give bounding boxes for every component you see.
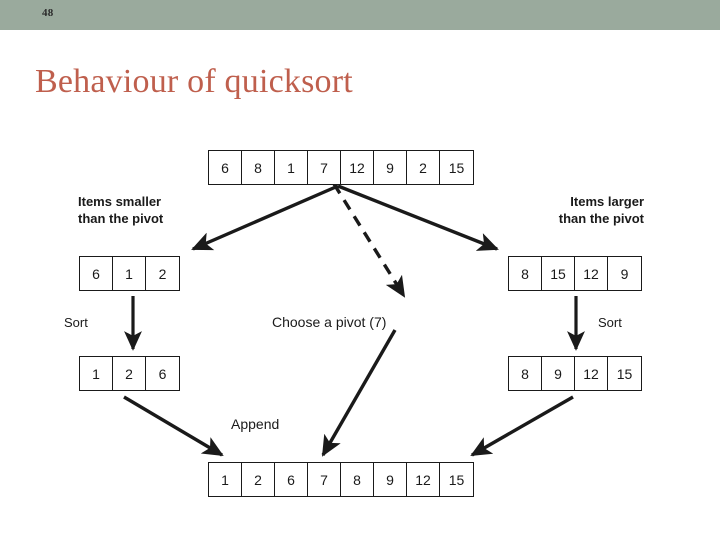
label-sort-left: Sort: [64, 315, 88, 330]
arrow-append-pivot: [321, 329, 397, 457]
array-cell: 9: [374, 463, 407, 496]
array-cell: 12: [341, 151, 374, 184]
array-cell: 7: [308, 463, 341, 496]
slide-canvas: 48 Behaviour of quicksort 6 8 1 7 12 9 2 15 612…: [0, 0, 720, 540]
smaller-sorted-array: 126: [79, 356, 180, 391]
array-cell: 1: [275, 151, 308, 184]
output-array: 1 2 6 7 8 9 12 15: [208, 462, 474, 497]
array-cell: 12: [407, 463, 440, 496]
arrow-append-right: [470, 395, 574, 457]
smaller-partition-array: 612: [79, 256, 180, 291]
arrow-split-left: [191, 184, 339, 251]
arrow-split-right: [337, 184, 499, 251]
slide-header-band: [0, 0, 720, 30]
array-cell: 8: [509, 357, 542, 390]
array-cell: 9: [374, 151, 407, 184]
array-cell: 9: [608, 257, 641, 290]
array-cell: 6: [209, 151, 242, 184]
array-cell: 12: [575, 257, 608, 290]
array-cell: 7: [308, 151, 341, 184]
label-sort-right: Sort: [598, 315, 622, 330]
array-cell: 1: [113, 257, 146, 290]
larger-sorted-array: 8 9 12 15: [508, 356, 642, 391]
page-title: Behaviour of quicksort: [35, 63, 353, 100]
array-cell: 6: [146, 357, 179, 390]
array-cell: 6: [275, 463, 308, 496]
label-choose-pivot: Choose a pivot (7): [272, 314, 387, 330]
array-cell: 9: [542, 357, 575, 390]
array-cell: 12: [575, 357, 608, 390]
array-cell: 6: [80, 257, 113, 290]
input-array: 6 8 1 7 12 9 2 15: [208, 150, 474, 185]
array-cell: 15: [440, 463, 473, 496]
arrow-choose-pivot: [332, 183, 406, 298]
array-cell: 1: [80, 357, 113, 390]
array-cell: 1: [209, 463, 242, 496]
array-cell: 8: [509, 257, 542, 290]
array-cell: 2: [113, 357, 146, 390]
caption-items-larger: Items larger than the pivot: [558, 194, 644, 226]
arrow-append-left: [123, 395, 224, 457]
array-cell: 2: [242, 463, 275, 496]
array-cell: 15: [440, 151, 473, 184]
array-cell: 15: [608, 357, 641, 390]
array-cell: 2: [407, 151, 440, 184]
array-cell: 8: [242, 151, 275, 184]
array-cell: 2: [146, 257, 179, 290]
label-append: Append: [231, 416, 280, 432]
slide-number: 48: [42, 7, 54, 19]
array-cell: 8: [341, 463, 374, 496]
caption-items-smaller: Items smaller than the pivot: [78, 194, 164, 226]
array-cell: 15: [542, 257, 575, 290]
larger-partition-array: 8 15 12 9: [508, 256, 642, 291]
